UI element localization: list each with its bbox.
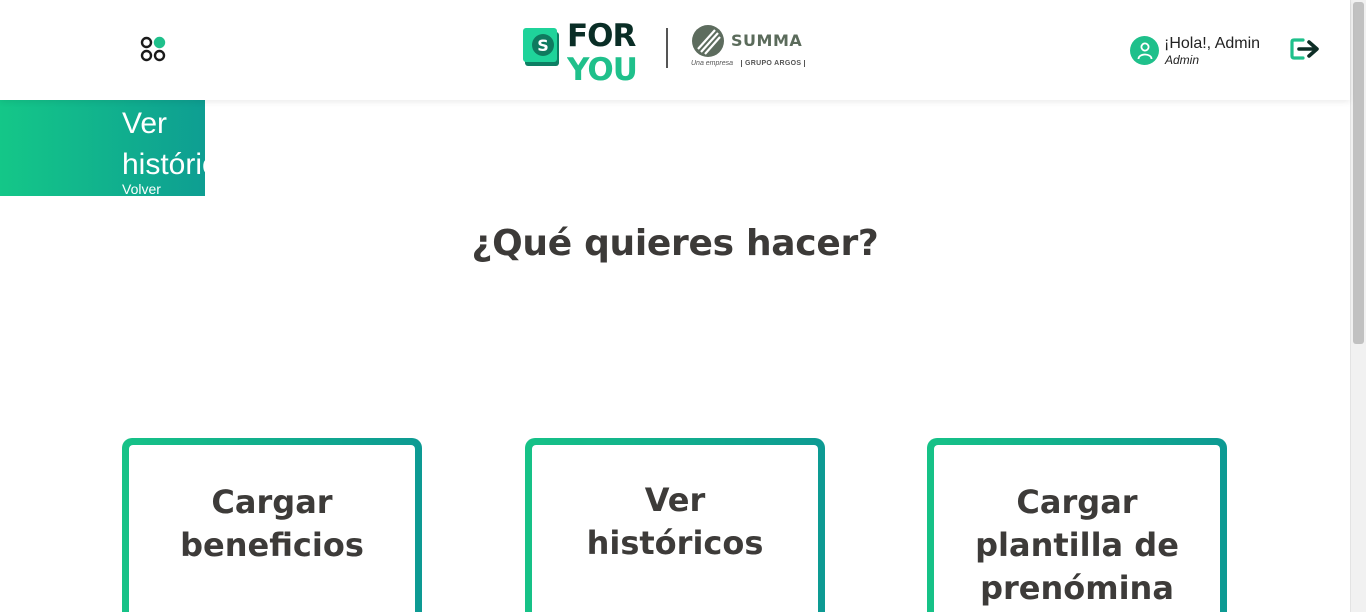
- option-card-cargar-beneficios[interactable]: Cargar beneficios: [122, 438, 422, 612]
- option-card-ver-historicos[interactable]: Ver históricos: [525, 438, 825, 612]
- scrollbar-thumb[interactable]: [1353, 2, 1364, 344]
- brand-divider: [666, 28, 668, 68]
- logout-icon[interactable]: [1289, 36, 1321, 62]
- svg-text:FOR: FOR: [567, 18, 637, 54]
- svg-text:YOU: YOU: [567, 52, 637, 82]
- breadcrumb-banner[interactable]: Ver históricos Volver: [0, 100, 205, 196]
- grupo-argos-tagline: Una empresa GRUPO ARGOS: [691, 60, 806, 67]
- greeting-text: ¡Hola!, Admin: [1164, 35, 1261, 52]
- option-card-body: Cargar plantilla de prenómina: [934, 445, 1220, 612]
- for-you-wordmark: FOR YOU: [567, 18, 638, 82]
- user-role: Admin: [1165, 53, 1200, 67]
- summa-logo-icon: [692, 25, 724, 57]
- option-card-label: Ver históricos: [586, 481, 764, 562]
- svg-text:S: S: [537, 36, 549, 55]
- brand-logos: S FOR YOU SUMMA Una empresa GRUPO ARGOS: [523, 16, 806, 82]
- page-title: ¿Qué quieres hacer?: [471, 223, 879, 264]
- option-card-label: Cargar beneficios: [180, 483, 364, 564]
- apps-grid-icon[interactable]: [140, 36, 166, 62]
- option-card-label: Cargar plantilla de prenómina: [975, 483, 1179, 607]
- vertical-scrollbar[interactable]: [1350, 0, 1366, 612]
- back-link[interactable]: Volver: [122, 181, 161, 196]
- top-header: S FOR YOU SUMMA Una empresa GRUPO ARGOS …: [0, 0, 1350, 100]
- banner-title: Ver históricos: [122, 107, 205, 181]
- option-card-body: Ver históricos: [532, 445, 818, 612]
- user-icon: [1130, 36, 1159, 65]
- option-card-body: Cargar beneficios: [129, 445, 415, 612]
- s-for-you-logo-mark: S: [523, 28, 559, 66]
- option-card-cargar-plantilla[interactable]: Cargar plantilla de prenómina: [927, 438, 1227, 612]
- summa-wordmark: SUMMA: [731, 31, 803, 50]
